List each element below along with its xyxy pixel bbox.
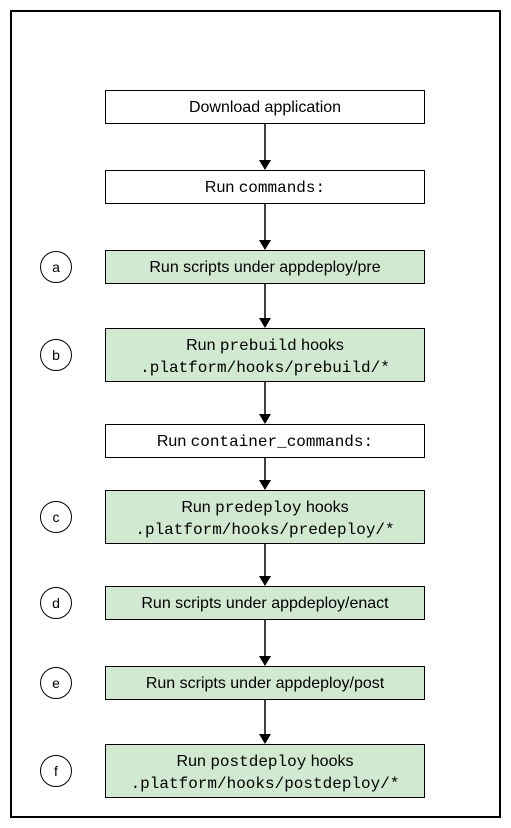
step-box-n7: Run scripts under appdeploy/enact	[105, 586, 425, 620]
step-line1: Run commands:	[110, 177, 420, 200]
step-box-n1: Download application	[105, 90, 425, 124]
arrow-1	[258, 124, 272, 170]
step-label-d: d	[40, 587, 72, 619]
step-text: Run scripts under appdeploy/pre	[149, 259, 380, 276]
step-line1: Run container_commands:	[110, 431, 420, 454]
step-box-n2: Run commands:	[105, 170, 425, 204]
step-suffix: hooks	[306, 753, 353, 770]
step-mono: prebuild	[220, 337, 297, 355]
step-label-text: c	[53, 509, 60, 525]
step-line2: .platform/hooks/postdeploy/*	[110, 774, 420, 796]
step-box-n5: Run container_commands:	[105, 424, 425, 458]
step-line2: .platform/hooks/prebuild/*	[110, 358, 420, 380]
arrow-4	[258, 382, 272, 424]
step-label-text: d	[52, 595, 60, 611]
arrow-2	[258, 204, 272, 250]
step-line1: Run prebuild hooks	[110, 335, 420, 358]
step-text: Run scripts under appdeploy/enact	[141, 595, 388, 612]
step-label-e: e	[40, 667, 72, 699]
step-line2: .platform/hooks/predeploy/*	[110, 520, 420, 542]
step-mono: container_commands:	[191, 433, 373, 451]
step-suffix: hooks	[297, 337, 344, 354]
step-mono: postdeploy	[210, 753, 306, 771]
arrow-3	[258, 284, 272, 328]
step-label-text: e	[52, 675, 60, 691]
step-prefix: Run	[157, 433, 191, 450]
arrow-5	[258, 458, 272, 490]
step-label-a: a	[40, 251, 72, 283]
step-label-f: f	[40, 755, 72, 787]
step-mono: predeploy	[215, 499, 301, 517]
arrow-7	[258, 620, 272, 666]
step-text: Download application	[189, 99, 341, 116]
step-box-n3: Run scripts under appdeploy/pre	[105, 250, 425, 284]
arrow-6	[258, 544, 272, 586]
step-label-b: b	[40, 339, 72, 371]
step-prefix: Run	[205, 179, 239, 196]
flowchart-canvas: Download application Run commands: Run scr…	[0, 0, 511, 828]
step-line1: Run postdeploy hooks	[110, 751, 420, 774]
step-line1: Run predeploy hooks	[110, 497, 420, 520]
step-mono: commands:	[239, 179, 325, 197]
step-label-c: c	[40, 501, 72, 533]
step-text: Run scripts under appdeploy/post	[146, 675, 384, 692]
step-prefix: Run	[177, 753, 211, 770]
step-prefix: Run	[186, 337, 220, 354]
step-suffix: hooks	[302, 499, 349, 516]
step-label-text: a	[52, 259, 60, 275]
step-box-n6: Run predeploy hooks.platform/hooks/prede…	[105, 490, 425, 544]
step-box-n4: Run prebuild hooks.platform/hooks/prebui…	[105, 328, 425, 382]
step-box-n8: Run scripts under appdeploy/post	[105, 666, 425, 700]
arrow-8	[258, 700, 272, 744]
step-prefix: Run	[181, 499, 215, 516]
step-label-text: b	[52, 347, 60, 363]
step-box-n9: Run postdeploy hooks.platform/hooks/post…	[105, 744, 425, 798]
step-label-text: f	[54, 763, 58, 779]
